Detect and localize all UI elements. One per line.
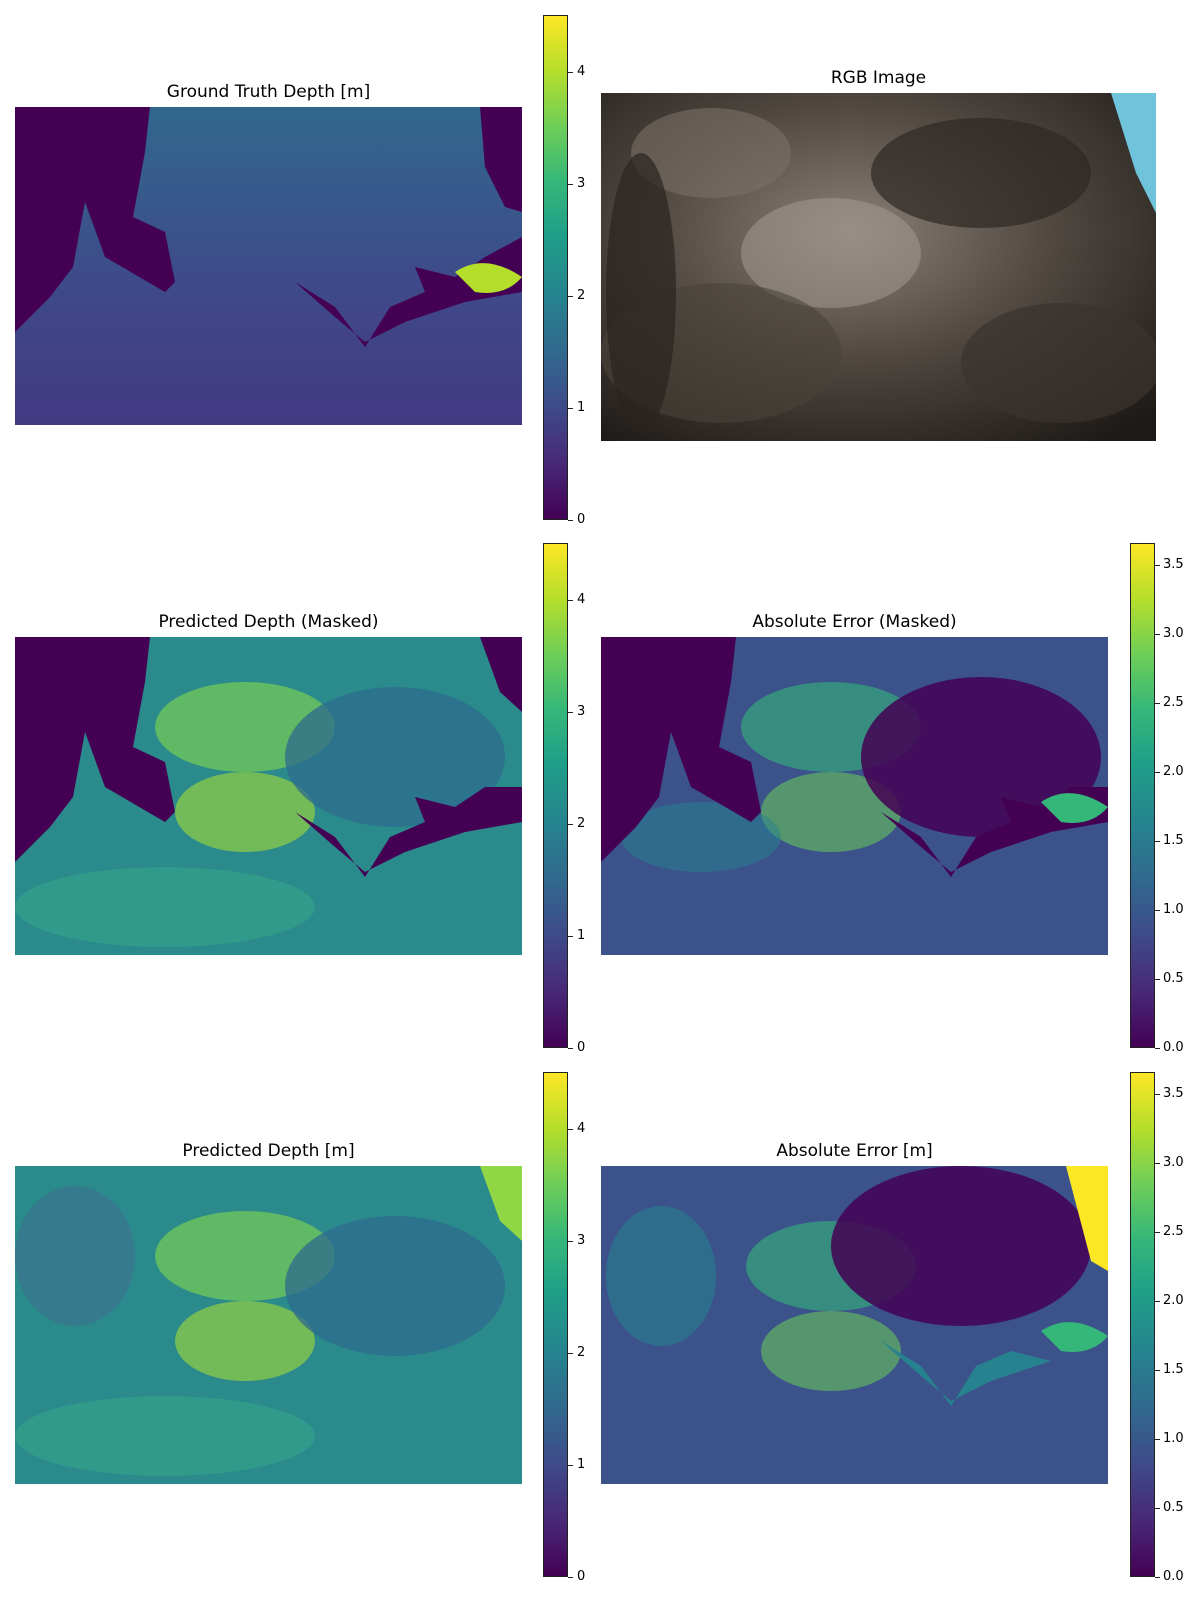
colorbar-pred-masked-tick — [568, 824, 573, 825]
colorbar-pred-masked — [543, 543, 568, 1048]
colorbar-gt-tick-label: 1 — [577, 400, 586, 415]
colorbar-pred-tick — [568, 1465, 573, 1466]
colorbar-err — [1130, 1072, 1155, 1577]
colorbar-err-tick-label: 2.0 — [1163, 1293, 1184, 1308]
colorbar-gt-tick — [568, 72, 573, 73]
depth-map-pred — [15, 1166, 522, 1484]
colorbar-err-masked-tick-label: 1.0 — [1163, 902, 1184, 917]
colorbar-pred-tick-label: 2 — [577, 1345, 586, 1360]
colorbar-pred-tick — [568, 1353, 573, 1354]
colorbar-pred-tick — [568, 1241, 573, 1242]
colorbar-err-tick — [1155, 1439, 1160, 1440]
colorbar-err-masked-tick — [1155, 565, 1160, 566]
colorbar-err-tick — [1155, 1163, 1160, 1164]
colorbar-err-masked-tick — [1155, 910, 1160, 911]
colorbar-gt-tick — [568, 184, 573, 185]
colorbar-pred-masked-tick-label: 0 — [577, 1040, 586, 1055]
colorbar-err-tick — [1155, 1370, 1160, 1371]
colorbar-err-masked-tick — [1155, 703, 1160, 704]
colorbar-err-masked-tick — [1155, 841, 1160, 842]
colorbar-err-masked-tick — [1155, 772, 1160, 773]
error-map — [601, 1166, 1108, 1484]
colorbar-err-masked-tick — [1155, 979, 1160, 980]
panel-title-rgb: RGB Image — [830, 68, 927, 88]
colorbar-pred — [543, 1072, 568, 1577]
colorbar-pred-tick-label: 0 — [577, 1569, 586, 1584]
colorbar-err-masked-tick — [1155, 1048, 1160, 1049]
depth-map-gt — [15, 107, 522, 425]
colorbar-pred-masked-tick — [568, 936, 573, 937]
colorbar-pred-masked-tick-label: 3 — [577, 704, 586, 719]
colorbar-err-tick-label: 2.5 — [1163, 1224, 1184, 1239]
colorbar-err-tick — [1155, 1577, 1160, 1578]
colorbar-gt-tick — [568, 520, 573, 521]
colorbar-err-tick-label: 3.5 — [1163, 1086, 1184, 1101]
colorbar-pred-masked-tick — [568, 1048, 573, 1049]
panel-title-err: Absolute Error [m] — [776, 1141, 933, 1161]
rgb-image — [601, 93, 1156, 441]
colorbar-err-masked-tick-label: 2.0 — [1163, 764, 1184, 779]
error-map-masked — [601, 637, 1108, 955]
colorbar-pred-masked-tick-label: 4 — [577, 592, 586, 607]
colorbar-gt — [543, 15, 568, 520]
colorbar-err-tick — [1155, 1232, 1160, 1233]
colorbar-gt-tick-label: 0 — [577, 512, 586, 527]
panel-title-pred-masked: Predicted Depth (Masked) — [158, 612, 379, 632]
colorbar-pred-masked-tick — [568, 712, 573, 713]
colorbar-err-masked-tick-label: 2.5 — [1163, 695, 1184, 710]
colorbar-err-masked-tick-label: 0.0 — [1163, 1040, 1184, 1055]
colorbar-gt-tick-label: 4 — [577, 64, 586, 79]
colorbar-err-masked-tick-label: 3.0 — [1163, 626, 1184, 641]
panel-title-pred: Predicted Depth [m] — [182, 1141, 355, 1161]
colorbar-err-tick — [1155, 1094, 1160, 1095]
colorbar-err-tick-label: 3.0 — [1163, 1155, 1184, 1170]
colorbar-pred-tick-label: 1 — [577, 1457, 586, 1472]
panel-title-err-masked: Absolute Error (Masked) — [752, 612, 957, 632]
colorbar-pred-masked-tick-label: 2 — [577, 816, 586, 831]
colorbar-err-masked-tick-label: 0.5 — [1163, 971, 1184, 986]
colorbar-err-tick-label: 1.5 — [1163, 1362, 1184, 1377]
colorbar-pred-masked-tick — [568, 600, 573, 601]
colorbar-gt-tick-label: 2 — [577, 288, 586, 303]
colorbar-gt-tick — [568, 296, 573, 297]
colorbar-err-masked-tick-label: 3.5 — [1163, 557, 1184, 572]
panel-title-gt: Ground Truth Depth [m] — [166, 82, 371, 102]
colorbar-err-tick — [1155, 1508, 1160, 1509]
colorbar-err-tick — [1155, 1301, 1160, 1302]
colorbar-err-tick-label: 0.0 — [1163, 1569, 1184, 1584]
colorbar-err-masked-tick-label: 1.5 — [1163, 833, 1184, 848]
colorbar-pred-tick — [568, 1129, 573, 1130]
colorbar-pred-masked-tick-label: 1 — [577, 928, 586, 943]
colorbar-gt-tick-label: 3 — [577, 176, 586, 191]
depth-map-pred-masked — [15, 637, 522, 955]
colorbar-err-masked — [1130, 543, 1155, 1048]
colorbar-gt-tick — [568, 408, 573, 409]
colorbar-err-masked-tick — [1155, 634, 1160, 635]
colorbar-pred-tick-label: 3 — [577, 1233, 586, 1248]
colorbar-pred-tick — [568, 1577, 573, 1578]
colorbar-pred-tick-label: 4 — [577, 1121, 586, 1136]
colorbar-err-tick-label: 1.0 — [1163, 1431, 1184, 1446]
colorbar-err-tick-label: 0.5 — [1163, 1500, 1184, 1515]
